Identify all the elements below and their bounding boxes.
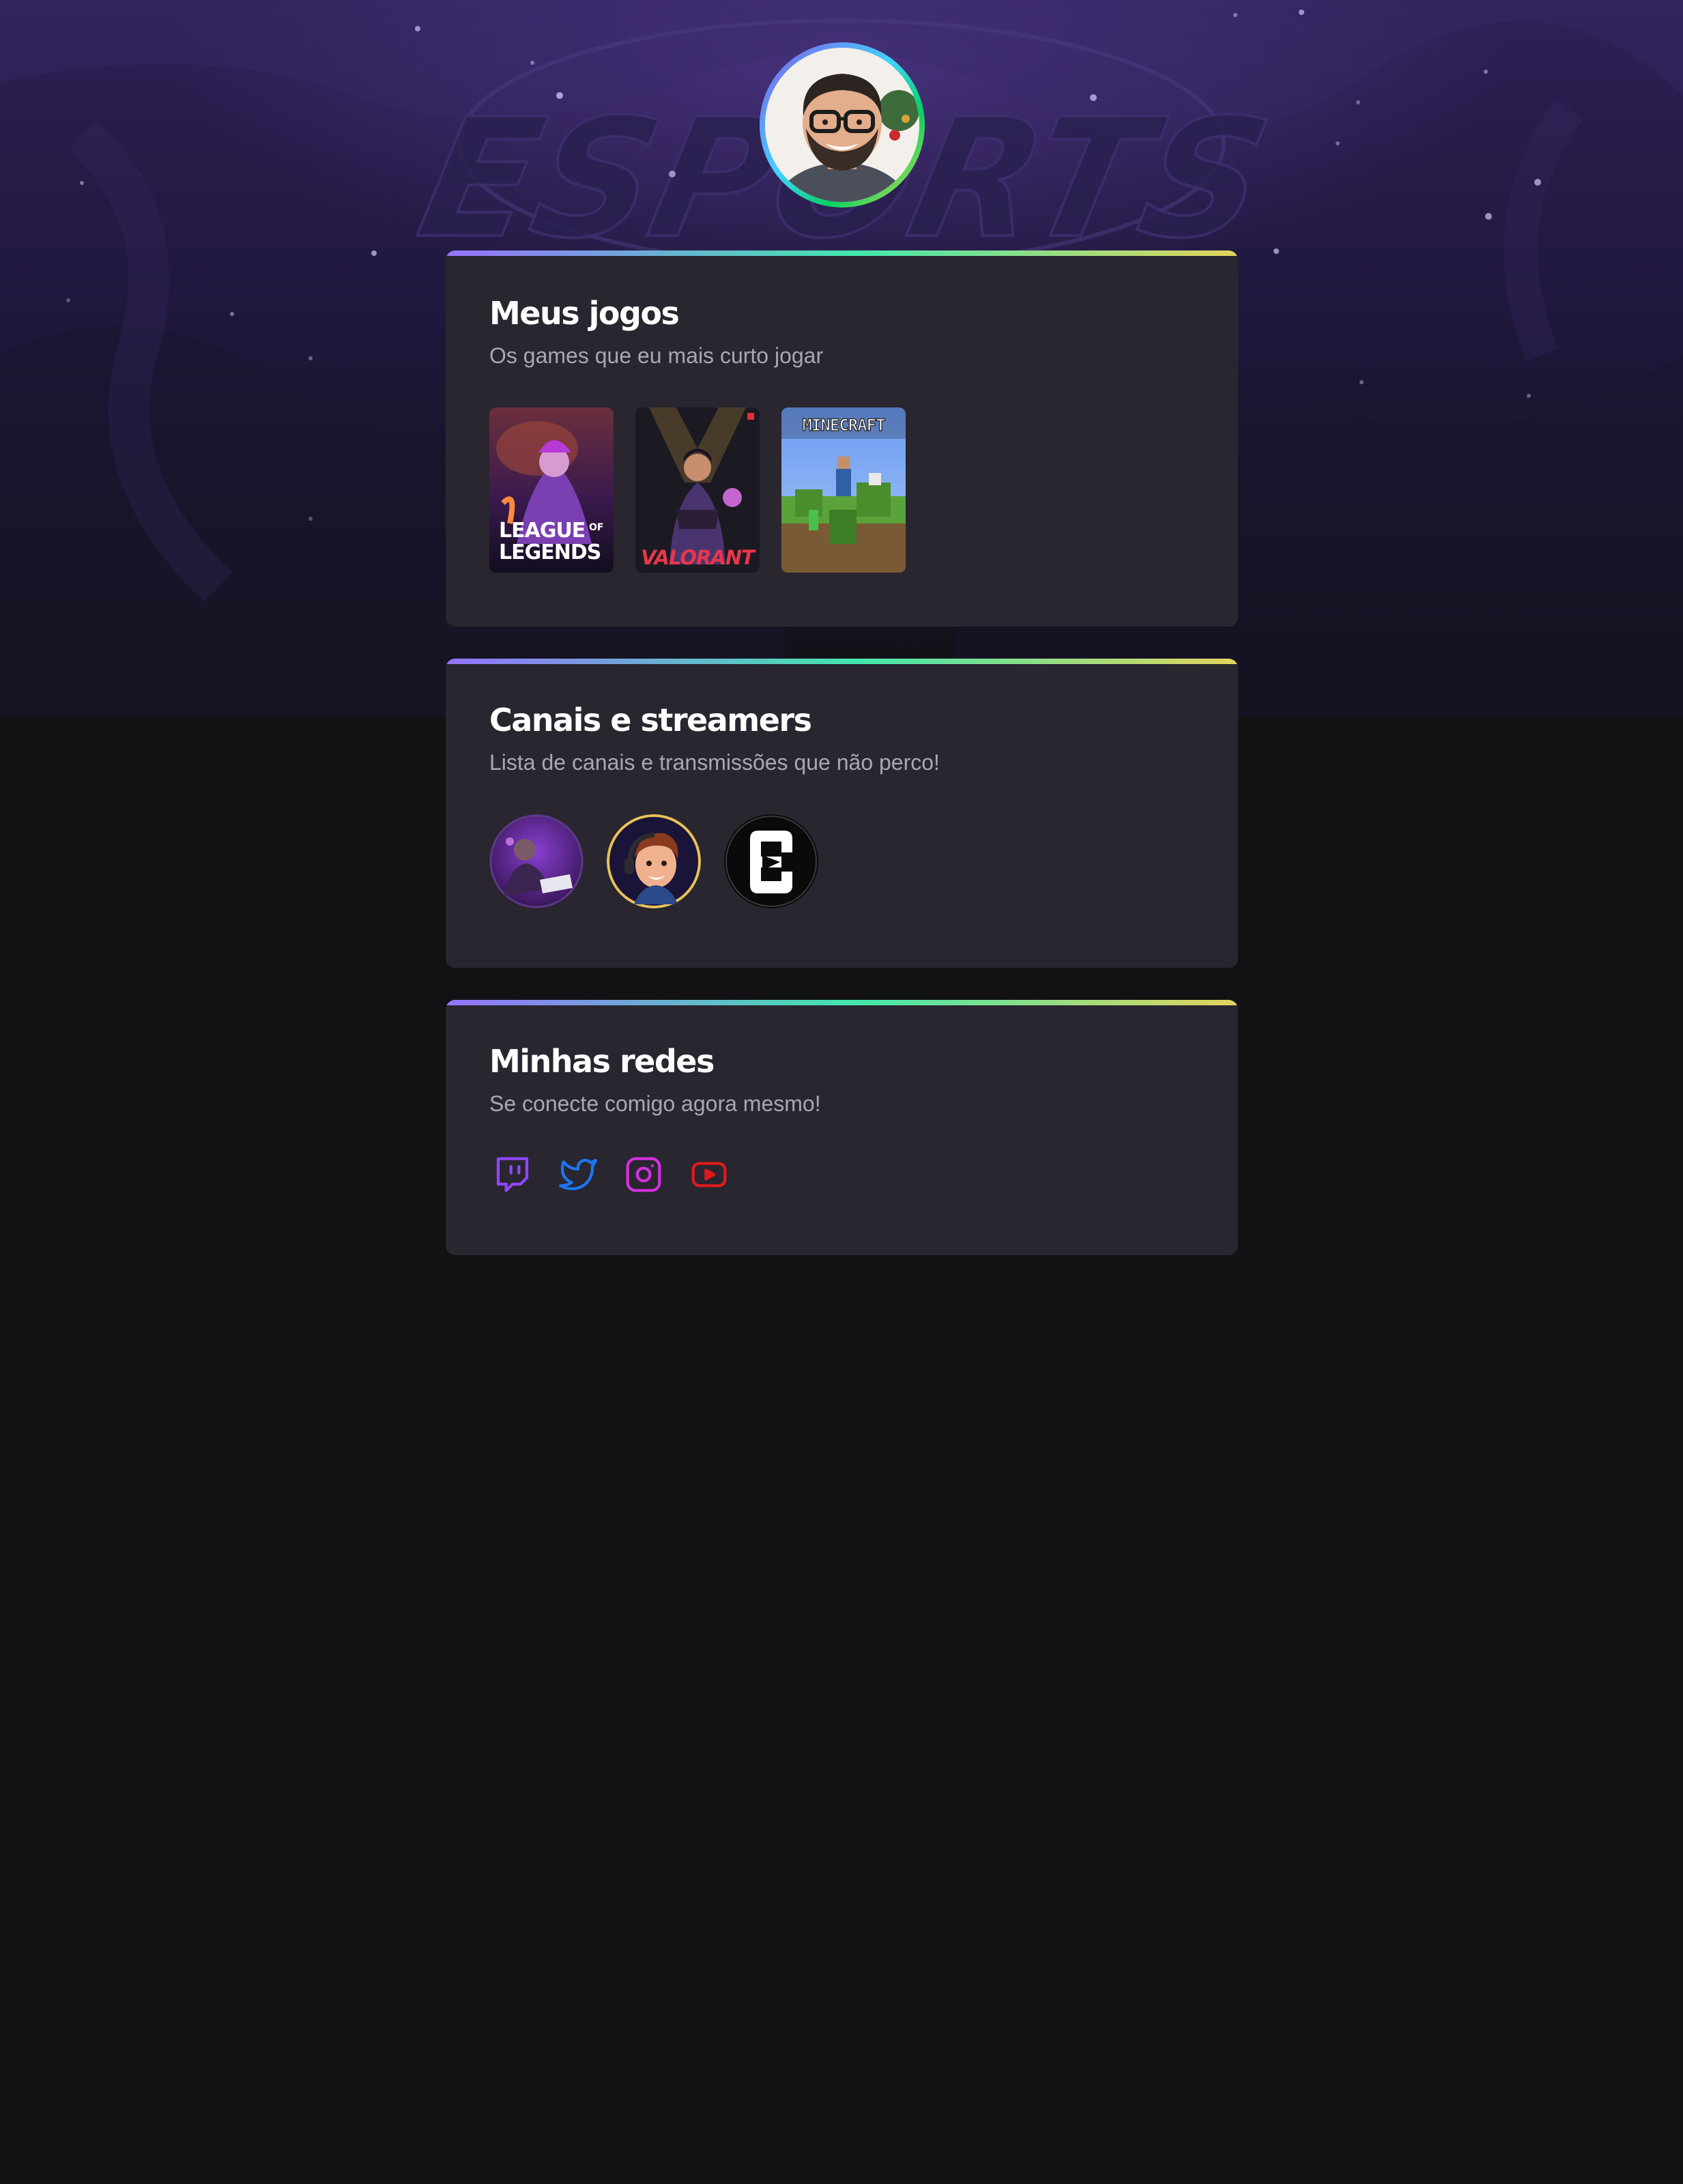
channels-subtitle: Lista de canais e transmissões que não p… (489, 750, 940, 775)
minecraft-cover: MINECRAFT (781, 407, 906, 573)
games-subtitle: Os games que eu mais curto jogar (489, 343, 824, 368)
social-subtitle: Se conecte comigo agora mesmo! (489, 1091, 821, 1116)
channel-streamer-1[interactable] (489, 814, 584, 908)
profile-avatar (760, 42, 925, 207)
twitter-icon (559, 1158, 597, 1190)
youtube-link[interactable] (690, 1155, 728, 1194)
instagram-icon (626, 1157, 661, 1192)
streamer-avatar-2-icon (607, 814, 701, 908)
games-card: Meus jogos Os games que eu mais curto jo… (446, 250, 1238, 627)
channel-streamer-2[interactable] (607, 814, 701, 908)
lol-art-line1: LEAGUE (499, 519, 585, 543)
games-title: Meus jogos (489, 295, 680, 332)
instagram-link[interactable] (624, 1155, 663, 1194)
streamer-avatar-1-icon (489, 814, 584, 908)
league-of-legends-cover: LEAGUE OF LEGENDS (489, 407, 614, 573)
streamer-avatar-3-icon (724, 814, 818, 908)
lol-art-line2: LEGENDS (499, 541, 601, 564)
twitter-link[interactable] (559, 1155, 597, 1194)
channels-card: Canais e streamers Lista de canais e tra… (446, 659, 1238, 968)
channels-title: Canais e streamers (489, 702, 812, 738)
minecraft-art-text: MINECRAFT (802, 416, 885, 435)
channels-list (489, 814, 1194, 908)
youtube-icon (691, 1162, 727, 1188)
game-league-of-legends[interactable]: LEAGUE OF LEGENDS (489, 407, 614, 573)
social-title: Minhas redes (489, 1043, 715, 1080)
lol-art-of: OF (589, 522, 603, 533)
games-list: LEAGUE OF LEGENDS VALORANT MINECRAFT (489, 407, 1194, 573)
profile-portrait-art (765, 48, 919, 202)
channel-streamer-3[interactable] (724, 814, 818, 908)
profile-photo (765, 48, 919, 202)
valorant-art-text: VALORANT (641, 546, 756, 569)
social-links (493, 1155, 1194, 1194)
valorant-cover: VALORANT (635, 407, 760, 573)
social-card: Minhas redes Se conecte comigo agora mes… (446, 1000, 1238, 1255)
twitch-icon (496, 1157, 529, 1192)
game-valorant[interactable]: VALORANT (635, 407, 760, 573)
game-minecraft[interactable]: MINECRAFT (781, 407, 906, 573)
twitch-link[interactable] (493, 1155, 532, 1194)
